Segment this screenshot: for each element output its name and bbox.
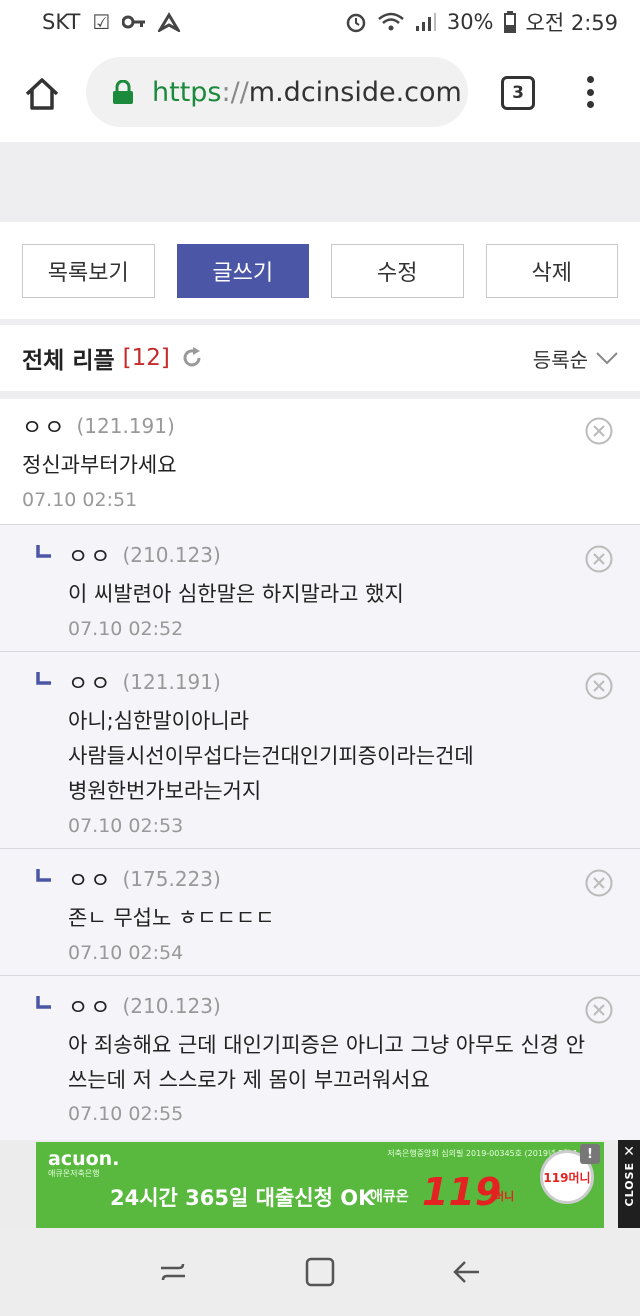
sort-dropdown[interactable]: 등록순	[533, 344, 618, 373]
comment-ip: (175.223)	[122, 867, 221, 891]
home-icon[interactable]	[22, 74, 62, 114]
ad-brand: 애큐온	[370, 1189, 409, 1205]
checkbox-icon: ☑	[92, 10, 111, 34]
comment-ip: (210.123)	[122, 994, 221, 1018]
signal-icon	[415, 13, 436, 31]
ad-logo: acuon.	[48, 1148, 120, 1170]
comment-ip: (121.191)	[122, 670, 221, 694]
reply-comment-item: ㅇㅇ (121.191) 아니;심한말이아니라 사람들시선이무섭다는건대인기피증…	[0, 652, 640, 849]
reply-title: 전체 리플	[22, 348, 115, 374]
overflow-menu-icon[interactable]	[580, 72, 600, 112]
alarm-icon	[346, 13, 366, 33]
comment-text-line: 아니;심한말이아니라	[68, 709, 249, 733]
clock: 오전 2:59	[525, 11, 618, 35]
reply-arrow-icon	[36, 996, 51, 1009]
sort-label: 등록순	[532, 347, 588, 372]
ad-number: 119	[422, 1170, 502, 1214]
close-icon: ✕	[623, 1144, 635, 1160]
delete-button[interactable]: 삭제	[485, 243, 618, 298]
reply-count: [12]	[122, 345, 170, 371]
comment-date: 07.10 02:52	[68, 618, 184, 640]
url-separator: ://	[221, 76, 249, 108]
divider	[0, 391, 640, 399]
navigation-icon	[158, 12, 181, 32]
tab-switcher-button[interactable]: 3	[501, 76, 535, 110]
ad-close-label: CLOSE	[622, 1162, 636, 1207]
comment-text: 이 씨발련아 심한말은 하지말라고 했지	[68, 582, 404, 606]
battery-icon	[503, 11, 516, 33]
comment-date: 07.10 02:54	[68, 942, 184, 964]
ad-info-icon[interactable]: !	[580, 1144, 600, 1164]
system-nav-bar	[0, 1228, 640, 1316]
reply-arrow-icon	[36, 545, 51, 558]
back-icon[interactable]	[449, 1254, 485, 1290]
comment-date: 07.10 02:55	[68, 1103, 184, 1125]
carrier-label: SKT	[42, 10, 81, 34]
url-bar[interactable]: https://m.dcinside.com	[86, 57, 468, 127]
lock-icon	[113, 80, 133, 104]
chevron-down-icon	[596, 352, 618, 365]
comment-text: 정신과부터가세요	[22, 453, 177, 477]
comment-text-line: 사람들시선이무섭다는건대인기피증이라는건데	[68, 744, 474, 768]
url-host: m.dcinside.com	[248, 76, 462, 108]
ad-creative[interactable]: acuon. 애큐온저축은행 저축은행중앙회 심의필 2019-00345호 (…	[36, 1142, 604, 1228]
comment-nickname: ㅇㅇ	[22, 416, 67, 441]
reply-comment-item: ㅇㅇ (210.123) 이 씨발련아 심한말은 하지말라고 했지 07.10 …	[0, 525, 640, 652]
ad-logo-subtitle: 애큐온저축은행	[48, 1169, 100, 1178]
comment-nickname: ㅇㅇ	[68, 545, 113, 570]
ad-headline: 24시간 365일 대출신청 OK	[110, 1186, 375, 1210]
comment-text-line: 병원한번가보라는거지	[68, 779, 262, 803]
comment-nickname: ㅇㅇ	[68, 672, 113, 697]
comment-nickname: ㅇㅇ	[68, 996, 113, 1021]
post-action-bar: 목록보기 글쓰기 수정 삭제	[0, 222, 640, 319]
delete-comment-icon[interactable]	[585, 545, 613, 573]
reply-arrow-icon	[36, 672, 51, 685]
comment-text: 존ㄴ 무섭노 ㅎㄷㄷㄷㄷ	[68, 906, 275, 930]
edit-button[interactable]: 수정	[331, 243, 464, 298]
delete-comment-icon[interactable]	[585, 672, 613, 700]
comment-date: 07.10 02:53	[68, 815, 184, 837]
status-bar: SKT ☑ 30% 오전 2:59	[0, 0, 640, 44]
refresh-icon[interactable]	[180, 346, 204, 370]
ad-money: 머니	[494, 1190, 515, 1203]
list-button[interactable]: 목록보기	[22, 243, 155, 298]
key-icon	[122, 15, 146, 29]
delete-comment-icon[interactable]	[585, 417, 613, 445]
page-content: 목록보기 글쓰기 수정 삭제 전체 리플 [12] 등록순 ㅇㅇ (121.19…	[0, 142, 640, 1140]
comment-date: 07.10 02:51	[22, 489, 138, 511]
comment-text-line: 쓰는데 저 스스로가 제 몸이 부끄러워서요	[68, 1068, 430, 1092]
comment-item: ㅇㅇ (121.191) 정신과부터가세요 07.10 02:51	[0, 399, 640, 525]
reply-header: 전체 리플 [12] 등록순	[0, 325, 640, 391]
home-nav-icon[interactable]	[302, 1254, 338, 1290]
reply-comment-item: ㅇㅇ (210.123) 아 죄송해요 근데 대인기피증은 아니고 그냥 아무도…	[0, 976, 640, 1140]
comment-text-line: 아 죄송해요 근데 대인기피증은 아니고 그냥 아무도 신경 안	[68, 1033, 586, 1057]
write-button[interactable]: 글쓰기	[176, 243, 309, 298]
comment-ip: (210.123)	[122, 543, 221, 567]
recent-apps-icon[interactable]	[155, 1254, 191, 1290]
comment-nickname: ㅇㅇ	[68, 869, 113, 894]
ad-close-button[interactable]: ✕ CLOSE	[618, 1140, 640, 1228]
battery-percent: 30%	[446, 10, 494, 34]
wifi-icon	[378, 12, 404, 31]
reply-comment-item: ㅇㅇ (175.223) 존ㄴ 무섭노 ㅎㄷㄷㄷㄷ 07.10 02:54	[0, 849, 640, 976]
delete-comment-icon[interactable]	[585, 869, 613, 897]
browser-toolbar: https://m.dcinside.com 3	[0, 44, 640, 142]
ad-banner[interactable]: acuon. 애큐온저축은행 저축은행중앙회 심의필 2019-00345호 (…	[0, 1140, 640, 1228]
top-spacer	[0, 142, 640, 222]
delete-comment-icon[interactable]	[585, 996, 613, 1024]
reply-arrow-icon	[36, 869, 51, 882]
comment-ip: (121.191)	[76, 414, 175, 438]
url-scheme: https	[152, 76, 222, 108]
